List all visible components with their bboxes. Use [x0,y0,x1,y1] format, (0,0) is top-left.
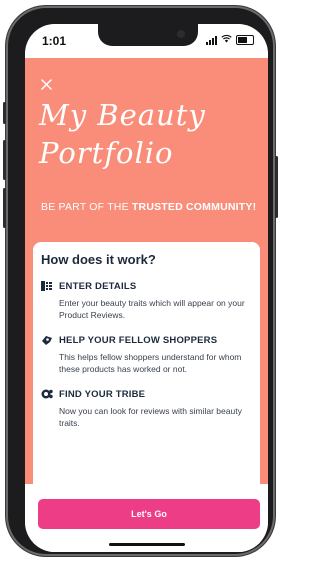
step-title: HELP YOUR FELLOW SHOPPERS [59,334,218,346]
page-title: My Beauty Portfolio [39,96,259,172]
battery-icon [236,35,254,45]
phone-frame: 1:01 My Beauty Portfolio BE PART OF THE … [3,6,278,556]
title-line-1: My Beauty [39,98,206,132]
step-description: Enter your beauty traits which will appe… [59,298,245,320]
tribe-icon [41,389,53,399]
wifi-icon [221,34,232,46]
home-indicator[interactable] [109,543,185,546]
status-bar: 1:01 [25,24,268,58]
step-help-shoppers: HELP YOUR FELLOW SHOPPERS This helps fel… [41,334,256,375]
step-enter-details: ENTER DETAILS Enter your beauty traits w… [41,280,256,321]
card-heading: How does it work? [41,252,156,267]
hero-banner: My Beauty Portfolio BE PART OF THE TRUST… [25,58,268,248]
tagline-prefix: BE PART OF THE [41,201,132,213]
step-title: FIND YOUR TRIBE [59,388,146,400]
step-description: Now you can look for reviews with simila… [59,406,242,428]
lets-go-button[interactable]: Let's Go [38,499,260,529]
details-list-icon [41,281,52,291]
signal-icon [206,35,217,45]
close-icon[interactable] [41,78,52,93]
mute-switch [3,102,6,124]
tagline-bold: TRUSTED COMMUNITY! [131,201,257,213]
tagline: BE PART OF THE TRUSTED COMMUNITY! [41,201,256,213]
step-find-tribe: FIND YOUR TRIBE Now you can look for rev… [41,388,256,429]
system-icons [206,34,254,46]
camera [177,30,185,38]
help-hand-icon [42,336,52,345]
step-title: ENTER DETAILS [59,280,137,292]
step-description: This helps fellow shoppers understand fo… [59,352,242,374]
title-line-2: Portfolio [39,136,174,170]
app-screen: 1:01 My Beauty Portfolio BE PART OF THE … [25,24,268,552]
volume-down-button [3,188,6,228]
status-time: 1:01 [42,34,67,48]
footer: Let's Go [25,484,268,552]
power-button [275,156,278,218]
volume-up-button [3,140,6,180]
